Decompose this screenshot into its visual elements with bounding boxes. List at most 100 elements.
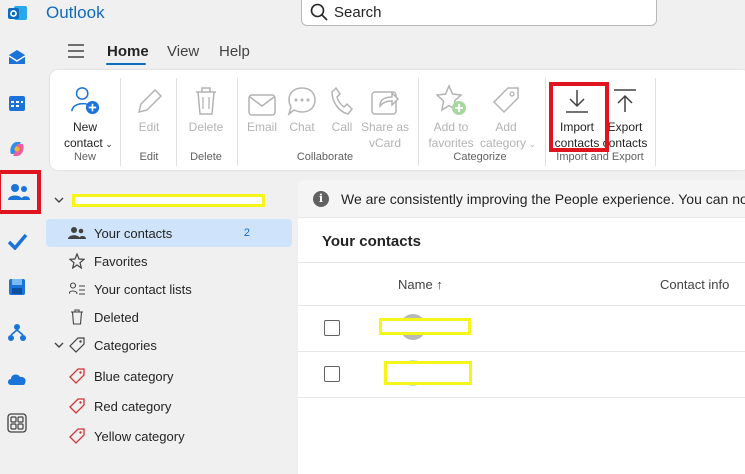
rail-apps-button[interactable] [4, 410, 30, 436]
chat-button[interactable]: Chat [286, 80, 318, 135]
group-label-delete: Delete [190, 151, 222, 163]
rail-calendar-button[interactable] [4, 90, 30, 116]
rail-mail-button[interactable] [4, 44, 30, 70]
mail-icon [248, 94, 276, 116]
chevron-down-icon[interactable] [54, 196, 64, 204]
tab-help[interactable]: Help [219, 43, 250, 60]
ribbon: New contact ⌄ New Edit Edit Delete Delet… [50, 70, 745, 170]
nav-item-label: Your contacts [94, 225, 173, 241]
tag-icon [69, 398, 85, 414]
group-label-categorize: Categorize [453, 151, 507, 163]
table-row[interactable] [298, 352, 745, 398]
nav-item-yellow-category[interactable]: Yellow category [46, 422, 292, 450]
nav-item-blue-category[interactable]: Blue category [46, 362, 292, 390]
org-chart-icon [8, 324, 26, 341]
nav-item-label: Yellow category [94, 428, 185, 444]
tag-icon [69, 368, 85, 384]
rail-org-button[interactable] [4, 320, 30, 346]
share-vcard-button[interactable]: Share as vCard [360, 80, 410, 151]
table-row[interactable] [298, 306, 745, 352]
import-highlight-box [549, 82, 609, 152]
checkmark-icon [7, 233, 27, 250]
nav-item-deleted[interactable]: Deleted [46, 303, 292, 331]
nav-item-categories[interactable]: Categories [46, 331, 292, 359]
group-separator [176, 78, 177, 166]
tag-icon [69, 337, 85, 353]
email-label: Email [246, 120, 277, 134]
share-icon [371, 91, 400, 115]
tag-icon [492, 87, 519, 114]
nav-item-red-category[interactable]: Red category [46, 392, 292, 420]
info-banner: i We are consistently improving the Peop… [298, 180, 745, 218]
contact-count-badge: 2 [243, 227, 250, 239]
upload-icon [614, 89, 636, 112]
table-header: Name ↑ Contact info [298, 262, 745, 306]
rail-people-button[interactable] [0, 170, 41, 214]
new-contact-label-1: New [72, 120, 97, 134]
group-separator [120, 78, 121, 166]
add-to-favorites-label-2: favorites [428, 136, 474, 150]
chat-label: Chat [289, 120, 315, 134]
row-checkbox[interactable] [324, 320, 340, 336]
search-box[interactable] [301, 0, 657, 26]
row-checkbox[interactable] [324, 366, 340, 382]
delete-label: Delete [188, 120, 224, 134]
add-category-label-1: Add [495, 120, 517, 134]
account-name-redaction [72, 194, 265, 207]
nav-item-label: Categories [94, 337, 157, 353]
new-contact-button[interactable]: New contact ⌄ [64, 80, 113, 152]
edit-button[interactable]: Edit [132, 80, 166, 135]
phone-icon [331, 86, 354, 115]
group-separator [418, 78, 419, 166]
people-list-icon [69, 282, 85, 295]
app-title: Outlook [46, 3, 105, 22]
trash-icon [71, 309, 83, 325]
delete-button[interactable]: Delete [185, 80, 227, 135]
group-label-edit: Edit [139, 151, 159, 163]
nav-item-label: Blue category [94, 368, 174, 384]
nav-item-label: Favorites [94, 253, 148, 269]
add-to-favorites-button[interactable]: Add to favorites [426, 80, 476, 151]
nav-item-label: Deleted [94, 309, 139, 325]
outlook-logo-icon [8, 6, 27, 20]
rail-copilot-button[interactable] [4, 136, 30, 162]
add-person-icon [71, 87, 100, 115]
rail-onedrive-button[interactable] [4, 366, 30, 392]
group-label-import-export: Import and Export [556, 151, 644, 163]
info-icon: i [313, 190, 329, 207]
hamburger-menu-icon[interactable] [66, 42, 86, 60]
tab-view[interactable]: View [167, 43, 199, 60]
tag-icon [69, 428, 85, 444]
add-to-favorites-label-1: Add to [433, 120, 469, 134]
group-separator [655, 78, 656, 166]
copilot-icon [10, 142, 24, 156]
people-icon [68, 227, 86, 239]
call-button[interactable]: Call [327, 80, 357, 135]
group-label-new: New [73, 151, 96, 163]
cloud-icon [8, 374, 26, 385]
active-tab-indicator [106, 63, 146, 65]
group-separator [545, 78, 546, 166]
chat-icon [287, 87, 316, 116]
edit-label: Edit [138, 120, 160, 134]
chevron-down-icon: ⌄ [526, 139, 537, 149]
nav-item-contact-lists[interactable]: Your contact lists [46, 275, 292, 303]
share-vcard-label-1: Share as [360, 120, 410, 134]
nav-item-favorites[interactable]: Favorites [46, 247, 292, 275]
save-icon [9, 279, 25, 295]
people-nav-pane: Your contacts 2 Favorites Your contact l… [46, 180, 294, 474]
nav-item-your-contacts[interactable]: Your contacts 2 [46, 219, 292, 247]
rail-todo-button[interactable] [4, 228, 30, 254]
title-bar: Outlook [0, 0, 745, 30]
search-icon [310, 3, 328, 21]
search-input[interactable] [334, 1, 634, 23]
rail-save-button[interactable] [4, 274, 30, 300]
new-contact-label-2: contact [64, 136, 103, 150]
column-header-contact-info[interactable]: Contact info [660, 277, 729, 292]
add-category-label-2: category [480, 136, 527, 150]
column-header-name[interactable]: Name ↑ [398, 277, 443, 292]
tab-home[interactable]: Home [107, 43, 149, 60]
email-button[interactable]: Email [246, 80, 278, 135]
add-category-button[interactable]: Add category ⌄ [480, 80, 536, 152]
chevron-down-icon: ⌄ [102, 139, 113, 149]
